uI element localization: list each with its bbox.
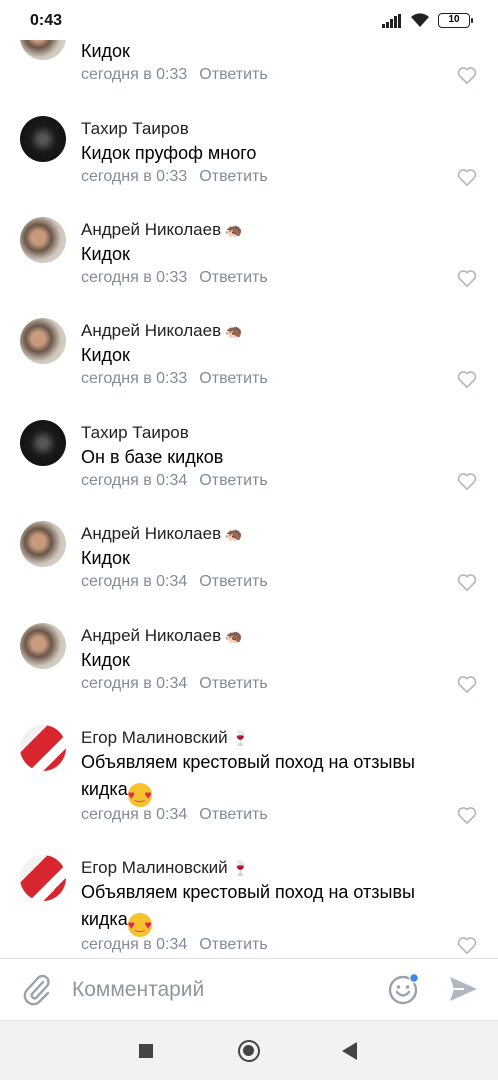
heart-icon[interactable]: [457, 370, 477, 388]
battery-icon: 10: [438, 13, 473, 28]
comment-item: Андрей Николаев 🦔 Кидок сегодня в 0:34 Отв…: [0, 608, 498, 710]
heart-icon[interactable]: [457, 936, 477, 954]
reply-button[interactable]: Ответить: [199, 472, 267, 489]
heart-icon[interactable]: [457, 573, 477, 591]
reply-button[interactable]: Ответить: [199, 806, 267, 823]
comment-meta: сегодня в 0:33 Ответить: [81, 269, 268, 287]
comment-meta: сегодня в 0:34 Ответить: [81, 936, 268, 954]
reply-button[interactable]: Ответить: [199, 936, 267, 953]
comment-text: Объявляем крестовый поход на отзывы кидка…: [81, 749, 481, 807]
comment-input[interactable]: [72, 974, 372, 1006]
comment-item: Андрей Николаев 🦔 Кидок сегодня в 0:33 Отв…: [0, 303, 498, 405]
heart-icon[interactable]: [457, 168, 477, 186]
comments-list[interactable]: Кидок сегодня в 0:33 Ответить Тахир Таиро…: [0, 0, 498, 958]
avatar[interactable]: [20, 318, 66, 364]
status-time: 0:43: [30, 12, 63, 29]
author-name[interactable]: Егор Малиновский 🍷: [81, 858, 249, 878]
wine-glass-icon: 🍷: [231, 730, 250, 746]
send-icon[interactable]: [448, 974, 478, 1004]
reply-button[interactable]: Ответить: [199, 66, 267, 83]
comment-time: сегодня в 0:34: [81, 806, 188, 823]
comment-meta: сегодня в 0:33 Ответить: [81, 370, 268, 388]
status-icons: 10: [382, 13, 473, 28]
author-name[interactable]: Андрей Николаев 🦔: [81, 321, 243, 341]
comment-time: сегодня в 0:34: [81, 936, 188, 953]
heart-icon[interactable]: [457, 269, 477, 287]
status-bar: 0:43 10: [0, 0, 498, 40]
nav-back-icon[interactable]: [342, 1042, 357, 1060]
comment-composer: [0, 958, 498, 1020]
comment-text: Кидок: [81, 41, 130, 61]
comment-item: Егор Малиновский 🍷 Объявляем крестовый по…: [0, 710, 498, 840]
author-name[interactable]: Тахир Таиров: [81, 119, 189, 139]
avatar[interactable]: [20, 217, 66, 263]
android-nav-bar: [0, 1020, 498, 1080]
heart-icon[interactable]: [457, 472, 477, 490]
comment-text: Кидок: [81, 345, 130, 365]
reply-button[interactable]: Ответить: [199, 269, 267, 286]
avatar[interactable]: [20, 855, 66, 901]
comment-meta: сегодня в 0:34 Ответить: [81, 573, 268, 591]
comment-time: сегодня в 0:34: [81, 472, 188, 489]
reply-button[interactable]: Ответить: [199, 675, 267, 692]
reply-button[interactable]: Ответить: [199, 370, 267, 387]
comment-text: Объявляем крестовый поход на отзывы кидка…: [81, 879, 481, 937]
reply-button[interactable]: Ответить: [199, 168, 267, 185]
comment-item: Егор Малиновский 🍷 Объявляем крестовый по…: [0, 840, 498, 958]
avatar[interactable]: [20, 116, 66, 162]
heart-eyes-emoji: ♥‿♥: [127, 913, 152, 937]
wine-glass-icon: 🍷: [231, 860, 250, 876]
author-name[interactable]: Андрей Николаев 🦔: [81, 220, 243, 240]
paperclip-icon[interactable]: [22, 974, 52, 1006]
comment-item: Андрей Николаев 🦔 Кидок сегодня в 0:33 Отв…: [0, 202, 498, 303]
comment-time: сегодня в 0:33: [81, 66, 188, 83]
comment-time: сегодня в 0:33: [81, 168, 188, 185]
comment-text: Кидок: [81, 650, 130, 670]
wifi-icon: [411, 13, 429, 27]
avatar[interactable]: [20, 420, 66, 466]
smile-icon[interactable]: [388, 973, 420, 1005]
comment-meta: сегодня в 0:33 Ответить: [81, 168, 268, 186]
hedgehog-icon: 🦔: [225, 222, 243, 238]
comment-time: сегодня в 0:34: [81, 675, 188, 692]
comment-meta: сегодня в 0:34 Ответить: [81, 472, 268, 490]
comment-item: Тахир Таиров Кидок пруфоф много сегодня …: [0, 100, 498, 202]
avatar[interactable]: [20, 521, 66, 567]
author-name[interactable]: Егор Малиновский 🍷: [81, 728, 249, 748]
author-name[interactable]: Андрей Николаев 🦔: [81, 626, 243, 646]
comment-meta: сегодня в 0:34 Ответить: [81, 806, 268, 824]
comment-time: сегодня в 0:34: [81, 573, 188, 590]
reply-button[interactable]: Ответить: [199, 573, 267, 590]
comment-meta: сегодня в 0:34 Ответить: [81, 675, 268, 693]
hedgehog-icon: 🦔: [225, 526, 243, 542]
nav-home-icon[interactable]: [238, 1040, 260, 1062]
comment-item: Тахир Таиров Он в базе кидков сегодня в …: [0, 405, 498, 506]
nav-recent-icon[interactable]: [139, 1044, 153, 1058]
hedgehog-icon: 🦔: [225, 628, 243, 644]
avatar[interactable]: [20, 623, 66, 669]
comment-time: сегодня в 0:33: [81, 370, 188, 387]
comment-text: Кидок: [81, 548, 130, 568]
heart-icon[interactable]: [457, 675, 477, 693]
comment-time: сегодня в 0:33: [81, 269, 188, 286]
comment-text: Кидок пруфоф много: [81, 143, 257, 163]
heart-icon[interactable]: [457, 66, 477, 84]
comment-text: Кидок: [81, 244, 130, 264]
comment-meta: сегодня в 0:33 Ответить: [81, 66, 268, 84]
avatar[interactable]: [20, 725, 66, 771]
author-name[interactable]: Андрей Николаев 🦔: [81, 524, 243, 544]
author-name[interactable]: Тахир Таиров: [81, 423, 189, 443]
comment-item: Андрей Николаев 🦔 Кидок сегодня в 0:34 Отв…: [0, 506, 498, 608]
hedgehog-icon: 🦔: [225, 323, 243, 339]
comment-text: Он в базе кидков: [81, 447, 224, 467]
signal-icon: [382, 13, 401, 28]
heart-icon[interactable]: [457, 806, 477, 824]
heart-eyes-emoji: ♥‿♥: [127, 783, 152, 807]
